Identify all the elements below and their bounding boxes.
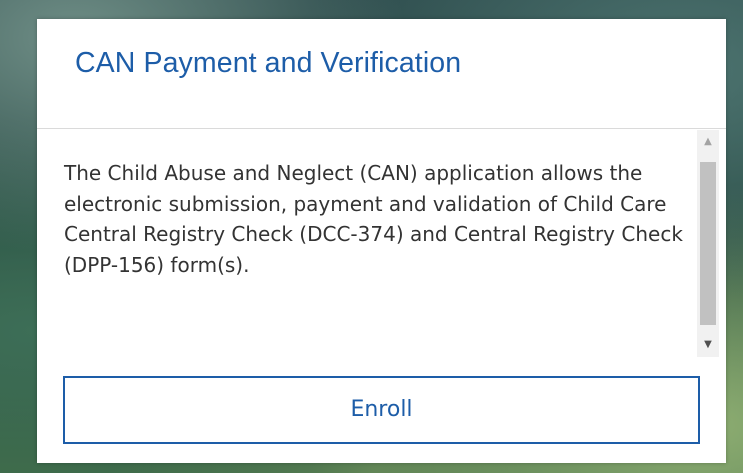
scroll-down-icon[interactable]: ▼ xyxy=(697,335,719,355)
card-header: CAN Payment and Verification xyxy=(37,19,726,129)
card-body: The Child Abuse and Neglect (CAN) applic… xyxy=(37,130,726,357)
vertical-scrollbar[interactable]: ▲ ▼ xyxy=(697,130,719,357)
scrollbar-thumb[interactable] xyxy=(700,162,716,325)
card-title: CAN Payment and Verification xyxy=(75,47,462,79)
description-scroll-area[interactable]: The Child Abuse and Neglect (CAN) applic… xyxy=(37,130,697,357)
card-description: The Child Abuse and Neglect (CAN) applic… xyxy=(64,161,683,277)
scroll-up-icon[interactable]: ▲ xyxy=(697,132,719,152)
enroll-button[interactable]: Enroll xyxy=(63,376,700,444)
can-payment-card: CAN Payment and Verification The Child A… xyxy=(37,19,726,463)
